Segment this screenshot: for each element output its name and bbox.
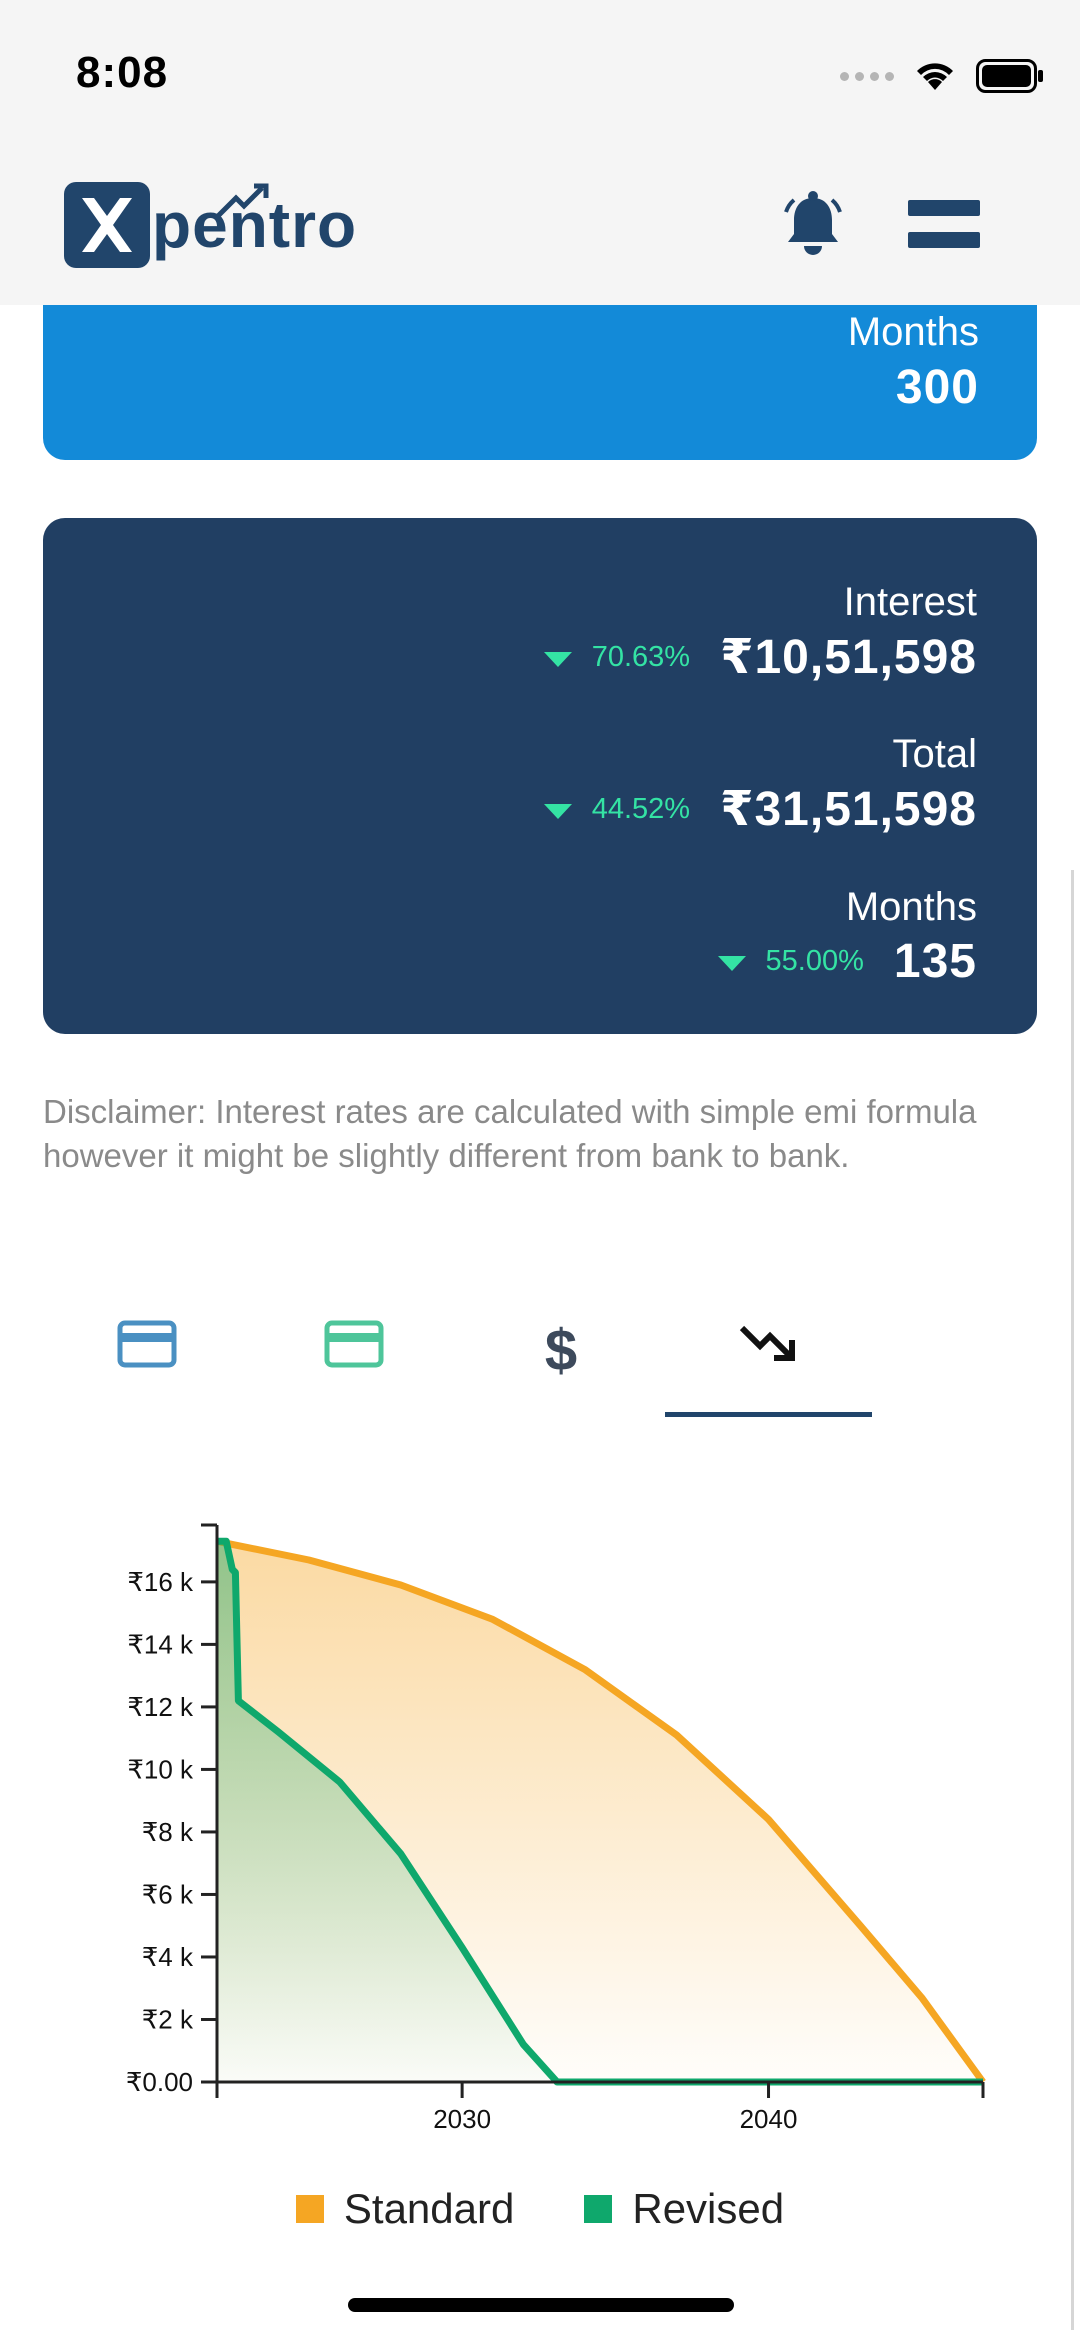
tab-trend[interactable] [665, 1300, 872, 1416]
legend-label-standard: Standard [343, 2185, 515, 2232]
down-triangle-icon [543, 803, 572, 819]
months-percent: 55.00% [765, 945, 864, 977]
trend-arrow-icon [216, 183, 269, 218]
y-tick-label: ₹10 k [127, 1754, 194, 1784]
interest-change: 70.63% [543, 640, 691, 674]
legend-standard[interactable]: Standard [295, 2185, 515, 2233]
y-tick-label: ₹12 k [127, 1692, 194, 1722]
legend-swatch-revised [584, 2195, 613, 2223]
total-value: ₹31,51,598 [720, 783, 977, 836]
y-tick-label: ₹14 k [127, 1629, 194, 1659]
months-stat-value: 135 [893, 935, 977, 988]
dollar-icon: $ [544, 1320, 576, 1380]
balance-chart: ₹0.00 ₹2 k ₹4 k ₹6 k ₹8 k ₹10 k ₹12 k ₹14 k ₹16 … [126, 1523, 986, 2134]
tab-emi-card[interactable] [43, 1300, 250, 1416]
interest-label: Interest [843, 580, 977, 624]
y-tick-label: ₹2 k [142, 2004, 194, 2034]
logo-x-icon [64, 182, 150, 268]
status-icons [840, 56, 1044, 96]
total-label: Total [892, 732, 978, 776]
legend-revised[interactable]: Revised [584, 2185, 784, 2233]
y-tick-label: ₹0.00 [126, 2067, 193, 2097]
credit-card-icon [324, 1320, 383, 1368]
tab-revised-card[interactable] [250, 1300, 457, 1416]
tab-amount[interactable]: $ [457, 1300, 664, 1416]
down-triangle-icon [717, 956, 746, 971]
interest-stat: Interest 70.63% ₹10,51,598 [543, 580, 977, 685]
interest-value: ₹10,51,598 [720, 631, 977, 684]
legend-swatch-standard [295, 2195, 324, 2223]
months-value: 300 [895, 361, 979, 414]
active-tab-indicator [665, 1412, 872, 1417]
menu-button[interactable] [908, 200, 980, 250]
trending-down-icon [739, 1325, 795, 1361]
prepayment-summary-card: Interest 70.63% ₹10,51,598 Total 44.52% … [43, 518, 1037, 1034]
status-bar: 8:08 [0, 0, 1080, 150]
status-time: 8:08 [76, 48, 169, 97]
y-tick-label: ₹8 k [142, 1817, 194, 1847]
legend-label-revised: Revised [632, 2185, 785, 2232]
chart-tabs: $ [43, 1300, 1037, 1420]
app-logo[interactable]: pentro [64, 180, 357, 270]
months-change: 55.00% [717, 945, 864, 978]
months-stat: Months 55.00% 135 [717, 885, 977, 989]
y-tick-label: ₹6 k [142, 1879, 194, 1909]
total-percent: 44.52% [591, 792, 691, 825]
app-header: pentro [0, 150, 1080, 305]
home-indicator[interactable] [348, 2298, 734, 2312]
x-tick-label: 2030 [433, 2104, 491, 2134]
bell-icon [784, 191, 842, 255]
menu-icon [908, 232, 980, 248]
x-tick-label: 2040 [740, 2104, 798, 2134]
battery-icon [976, 59, 1043, 93]
notification-button[interactable] [780, 190, 846, 260]
chart-legend: Standard Revised [0, 2185, 1080, 2233]
wifi-icon [917, 63, 953, 90]
signal-icon [840, 71, 894, 81]
menu-icon [908, 200, 980, 216]
total-stat: Total 44.52% ₹31,51,598 [543, 732, 978, 837]
svg-text:$: $ [544, 1320, 576, 1380]
interest-percent: 70.63% [591, 640, 691, 673]
months-stat-label: Months [845, 885, 977, 929]
y-tick-label: ₹4 k [142, 1942, 194, 1972]
y-tick-label: ₹16 k [127, 1567, 194, 1597]
credit-card-icon [117, 1320, 176, 1368]
down-triangle-icon [543, 651, 572, 667]
months-label: Months [847, 310, 979, 354]
scrollbar[interactable] [1071, 870, 1074, 2330]
total-change: 44.52% [543, 792, 691, 826]
disclaimer-text: Disclaimer: Interest rates are calculate… [43, 1093, 977, 1174]
